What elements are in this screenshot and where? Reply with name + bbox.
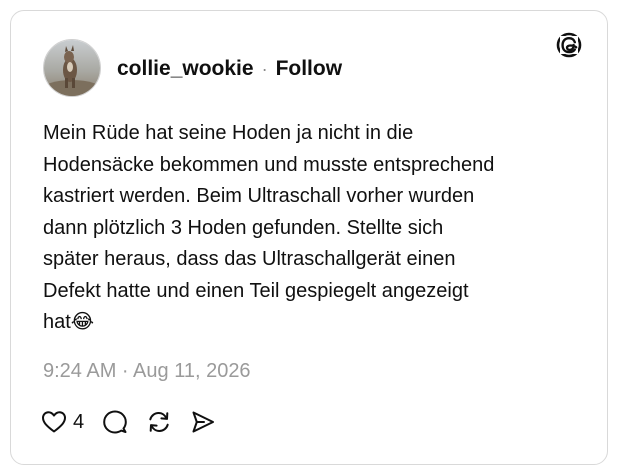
send-icon: [192, 411, 215, 433]
repost-button[interactable]: [146, 409, 172, 435]
post-timestamp[interactable]: 9:24 AM · Aug 11, 2026: [43, 359, 251, 383]
follow-button[interactable]: Follow: [276, 57, 343, 81]
repost-icon: [149, 411, 169, 433]
avatar[interactable]: [43, 39, 101, 97]
share-button[interactable]: [190, 409, 216, 435]
like-button[interactable]: 4: [41, 410, 84, 434]
separator-dot: ·: [261, 59, 268, 79]
post-text: Mein Rüde hat seine Hoden ja nicht in di…: [43, 122, 495, 333]
action-bar: 4: [41, 409, 234, 435]
threads-logo-icon[interactable]: [555, 31, 583, 59]
post-header: collie_wookie · Follow: [117, 57, 342, 81]
post-card: collie_wookie · Follow Mein Rüde hat sei…: [10, 10, 608, 465]
username[interactable]: collie_wookie: [117, 57, 254, 81]
heart-icon: [42, 411, 66, 433]
reply-button[interactable]: [102, 409, 128, 435]
comment-bubble-icon: [103, 410, 127, 434]
like-count: 4: [73, 410, 85, 433]
avatar-photo: [44, 40, 100, 96]
